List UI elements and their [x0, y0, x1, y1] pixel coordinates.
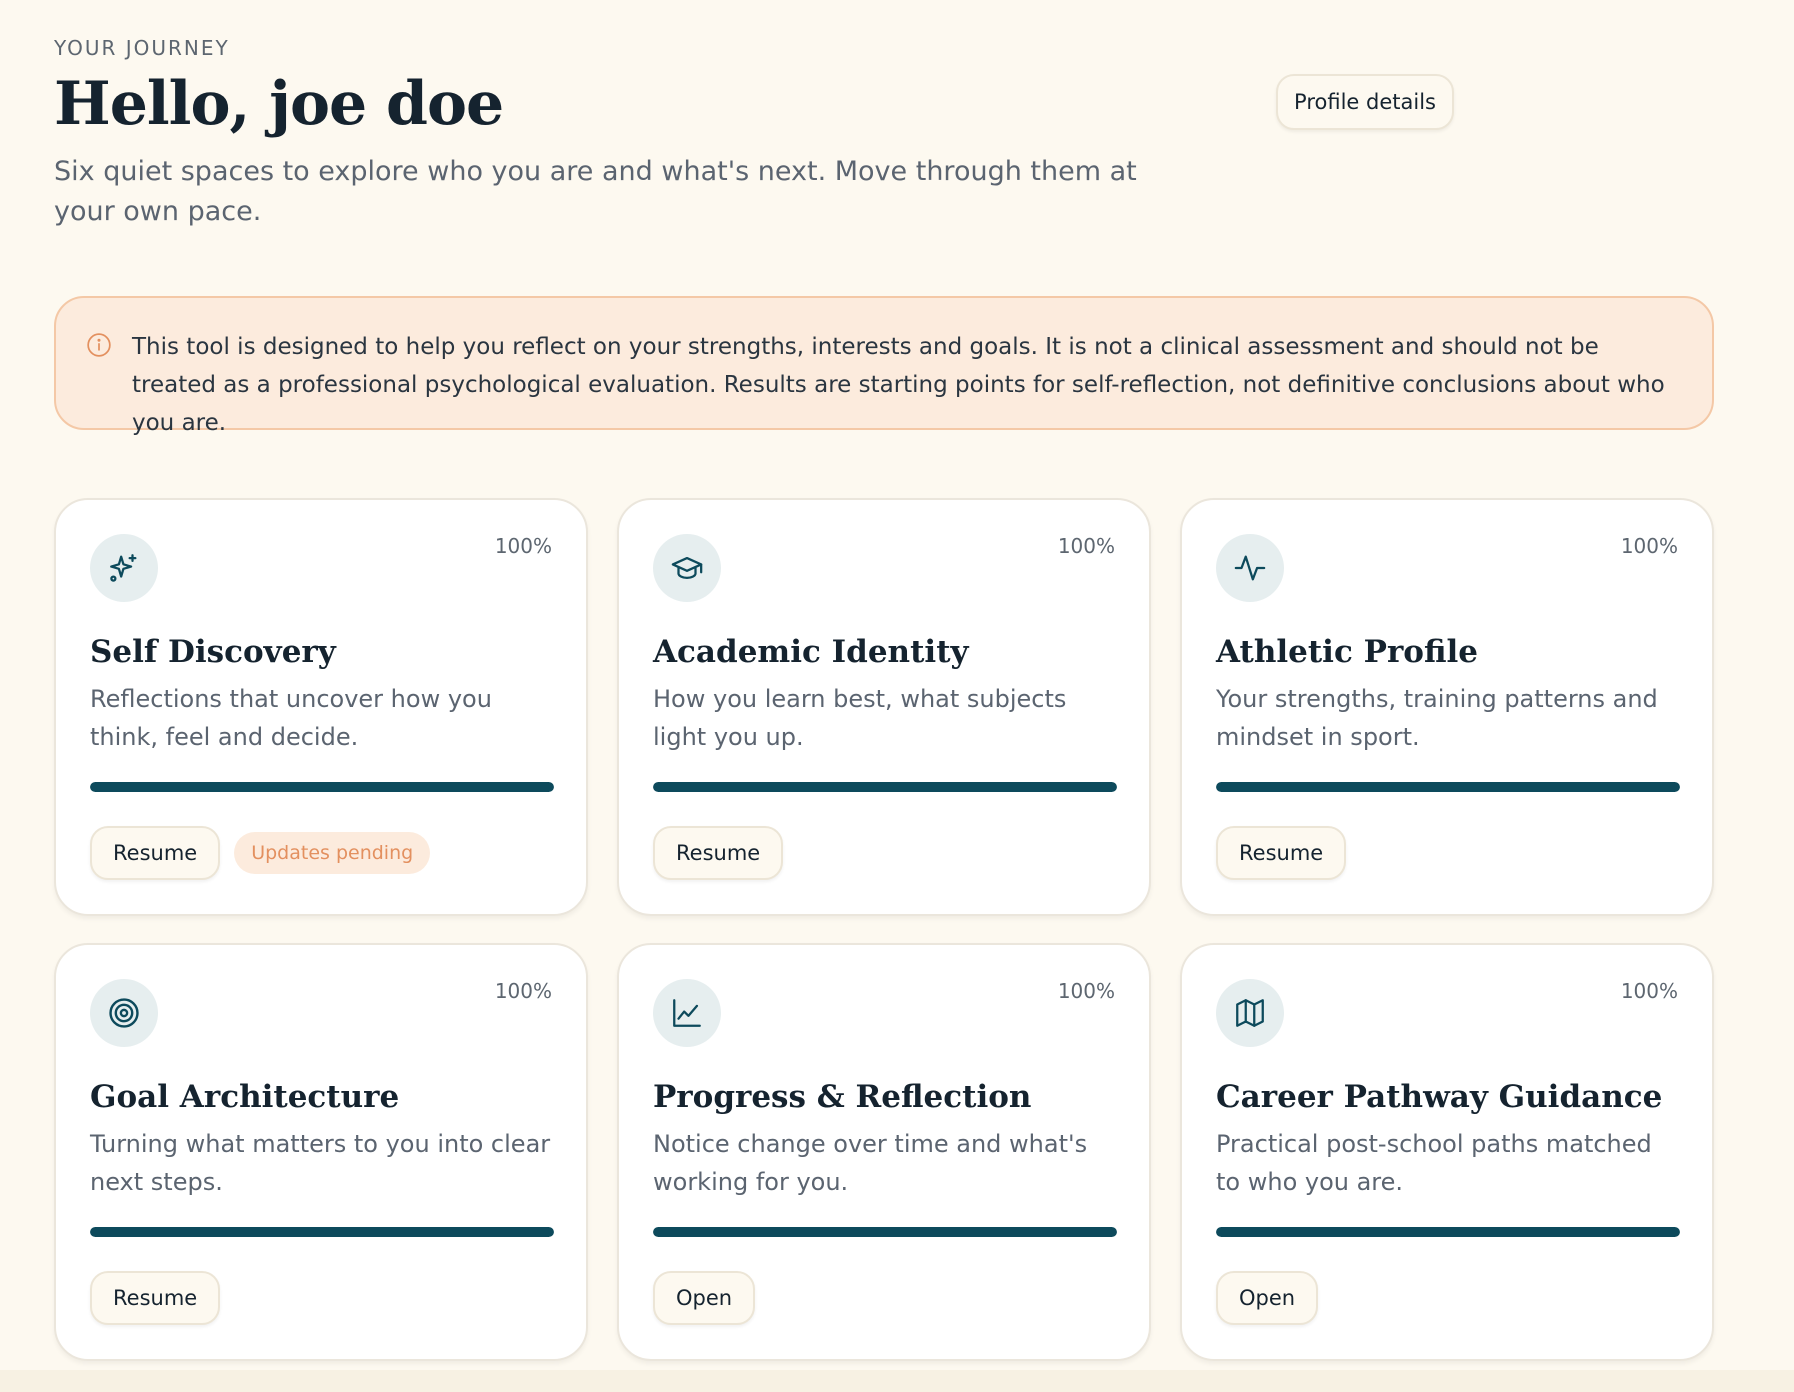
disclaimer-notice: This tool is designed to help you reflec… [54, 296, 1714, 436]
progress-bar [90, 1227, 554, 1237]
card-description: Your strengths, training patterns and mi… [1216, 685, 1658, 751]
card-icon-badge [90, 534, 158, 602]
progress-percent: 100% [494, 534, 552, 558]
open-button[interactable]: Open [1216, 1271, 1319, 1325]
progress-percent: 100% [1057, 534, 1115, 558]
resume-button[interactable]: Resume [653, 826, 784, 880]
card-actions: Resume [653, 826, 784, 880]
card-title: Athletic Profile [1216, 634, 1478, 670]
resume-button[interactable]: Resume [1216, 826, 1347, 880]
card-title: Goal Architecture [90, 1079, 400, 1115]
progress-bar-fill [90, 782, 554, 792]
map-icon [1236, 999, 1264, 1027]
progress-percent: 100% [1620, 979, 1678, 1003]
card-icon-badge [1216, 979, 1284, 1047]
card-self-discovery: 100% Self Discovery Reflections that unc… [54, 498, 588, 916]
resume-button[interactable]: Resume [90, 1271, 221, 1325]
graduation-cap-icon [671, 556, 703, 580]
card-title: Academic Identity [653, 634, 969, 670]
journey-page: YOUR JOURNEY Hello, joe doe Six quiet sp… [0, 0, 1794, 1392]
page-bottom-edge [0, 1370, 1794, 1392]
progress-bar [1216, 782, 1680, 792]
card-icon-badge [653, 979, 721, 1047]
open-button[interactable]: Open [653, 1271, 756, 1325]
disclaimer-text: This tool is designed to help you reflec… [132, 334, 1665, 436]
progress-bar-fill [653, 782, 1117, 792]
card-actions: Resume [90, 1271, 221, 1325]
card-description: Turning what matters to you into clear n… [90, 1130, 551, 1196]
progress-bar-fill [1216, 782, 1680, 792]
info-icon [87, 333, 111, 357]
card-goal-architecture: 100% Goal Architecture Turning what matt… [54, 943, 588, 1361]
progress-percent: 100% [1057, 979, 1115, 1003]
card-icon-badge [653, 534, 721, 602]
card-icon-badge [1216, 534, 1284, 602]
card-description: Notice change over time and what's worki… [653, 1130, 1088, 1196]
eyebrow-label: YOUR JOURNEY [54, 36, 230, 60]
card-actions: Open [653, 1271, 756, 1325]
card-actions: Open [1216, 1271, 1319, 1325]
profile-details-button[interactable]: Profile details [1276, 74, 1454, 130]
progress-bar [90, 782, 554, 792]
activity-icon [1234, 555, 1266, 581]
card-actions: Resume Updates pending [90, 826, 431, 880]
card-career-pathway: 100% Career Pathway Guidance Practical p… [1180, 943, 1714, 1361]
resume-button[interactable]: Resume [90, 826, 221, 880]
card-description: Reflections that uncover how you think, … [90, 685, 492, 751]
progress-percent: 100% [494, 979, 552, 1003]
progress-bar [1216, 1227, 1680, 1237]
card-academic-identity: 100% Academic Identity How you learn bes… [617, 498, 1151, 916]
card-athletic-profile: 100% Athletic Profile Your strengths, tr… [1180, 498, 1714, 916]
target-icon [109, 998, 139, 1028]
card-description: How you learn best, what subjects light … [653, 685, 1067, 751]
card-actions: Resume [1216, 826, 1347, 880]
page-subtitle: Six quiet spaces to explore who you are … [54, 156, 1137, 227]
card-icon-badge [90, 979, 158, 1047]
progress-bar [653, 782, 1117, 792]
progress-percent: 100% [1620, 534, 1678, 558]
card-title: Progress & Reflection [653, 1079, 1032, 1115]
card-progress-reflection: 100% Progress & Reflection Notice change… [617, 943, 1151, 1361]
line-chart-icon [673, 999, 701, 1027]
progress-bar-fill [653, 1227, 1117, 1237]
progress-bar-fill [90, 1227, 554, 1237]
updates-pending-badge: Updates pending [234, 832, 431, 874]
card-description: Practical post-school paths matched to w… [1216, 1130, 1652, 1196]
card-title: Career Pathway Guidance [1216, 1079, 1663, 1115]
sparkles-icon [110, 554, 137, 582]
card-title: Self Discovery [90, 634, 336, 670]
progress-bar [653, 1227, 1117, 1237]
progress-bar-fill [1216, 1227, 1680, 1237]
greeting-title: Hello, joe doe [54, 69, 504, 139]
